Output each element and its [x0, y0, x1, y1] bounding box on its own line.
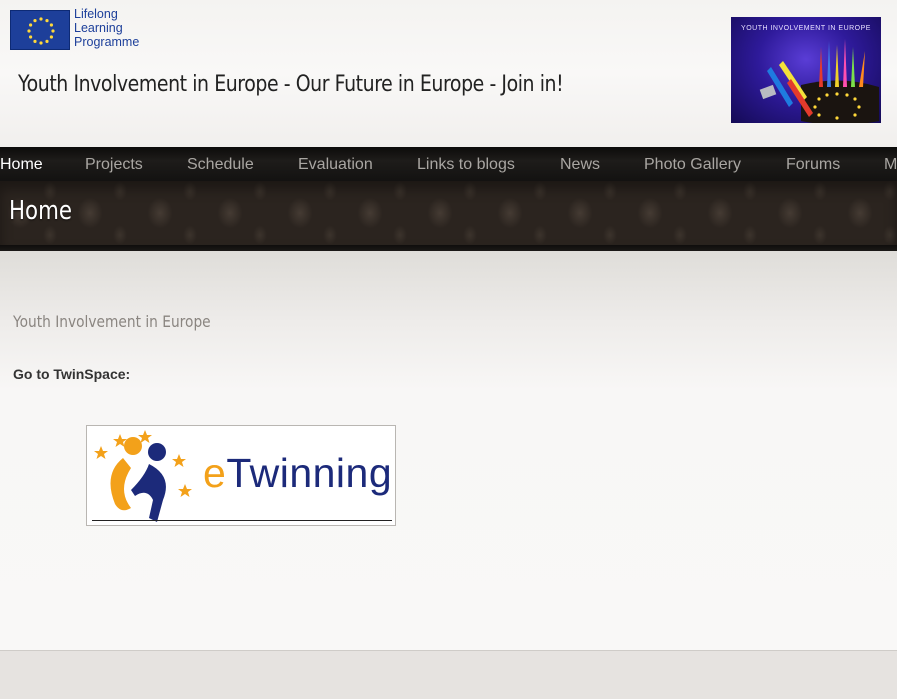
main-navigation: Home Projects Schedule Evaluation Links … [0, 147, 897, 181]
footer-strip [0, 650, 897, 699]
header-pencils-image: YOUTH INVOLVEMENT IN EUROPE [731, 17, 881, 123]
nav-item-forums[interactable]: Forums [786, 147, 840, 181]
llp-logo-line: Learning [74, 21, 123, 35]
llp-logo-text: Lifelong Learning Programme [74, 7, 154, 49]
lifelong-learning-programme-logo[interactable]: Lifelong Learning Programme [10, 7, 150, 53]
etwinning-figures-icon [94, 430, 192, 522]
etwinning-wordmark: eTwinning [203, 450, 392, 497]
etwinning-logo-link[interactable]: eTwinning [86, 425, 396, 526]
nav-item-home[interactable]: Home [0, 147, 43, 181]
page-title: Home [9, 196, 72, 226]
nav-item-evaluation[interactable]: Evaluation [298, 147, 373, 181]
nav-item-more[interactable]: M [884, 147, 897, 181]
site-title: Youth Involvement in Europe - Our Future… [18, 72, 564, 97]
page-banner [0, 181, 897, 245]
nav-item-photo-gallery[interactable]: Photo Gallery [644, 147, 741, 181]
etwinning-wordmark-rest: Twinning [226, 450, 393, 496]
nav-item-news[interactable]: News [560, 147, 600, 181]
etwinning-underline [92, 520, 392, 521]
llp-logo-line: Lifelong [74, 7, 118, 21]
etwinning-wordmark-e: e [203, 450, 227, 496]
twinspace-label: Go to TwinSpace: [13, 366, 131, 382]
section-title: Youth Involvement in Europe [13, 312, 211, 331]
nav-item-links-to-blogs[interactable]: Links to blogs [417, 147, 515, 181]
nav-item-schedule[interactable]: Schedule [187, 147, 254, 181]
eu-flag-icon [10, 10, 70, 50]
llp-logo-line: Programme [74, 35, 140, 49]
site-header: Lifelong Learning Programme Youth Involv… [0, 0, 897, 147]
nav-item-projects[interactable]: Projects [85, 147, 143, 181]
